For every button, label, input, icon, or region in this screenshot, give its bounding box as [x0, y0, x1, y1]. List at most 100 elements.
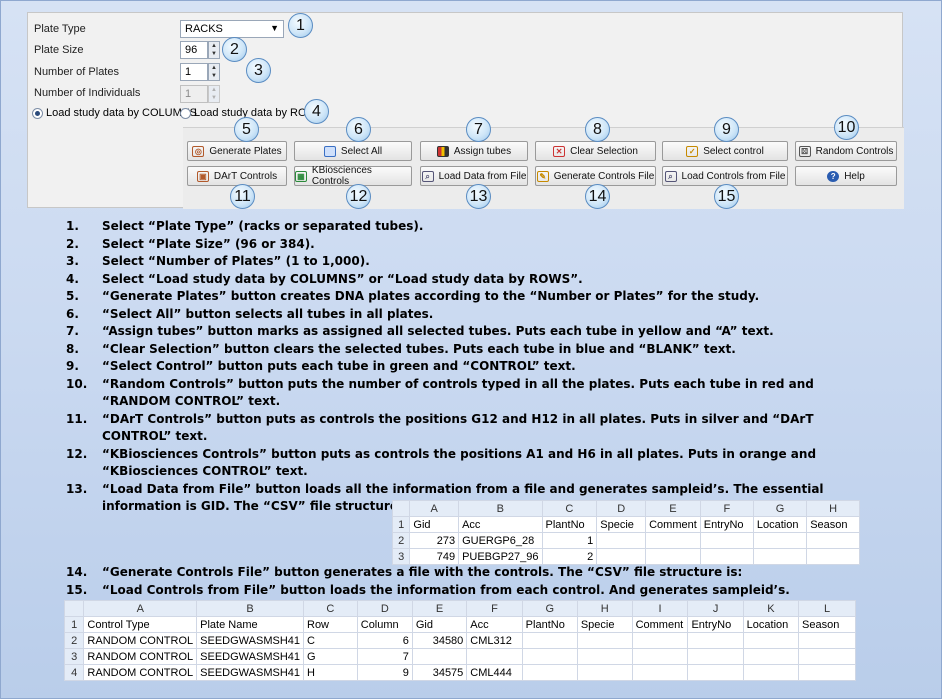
table-cell[interactable]: RANDOM CONTROL	[83, 632, 198, 649]
table-cell[interactable]: 7	[356, 648, 413, 665]
number-of-plates-input[interactable]: 1	[180, 63, 208, 81]
column-header[interactable]: A	[409, 500, 460, 517]
row-header[interactable]: 1	[63, 616, 85, 633]
table-cell[interactable]: 34575	[411, 664, 468, 681]
table-cell[interactable]: SEEDGWASMSH41	[196, 632, 304, 649]
column-header[interactable]: L	[798, 600, 856, 617]
table-cell[interactable]: H	[303, 664, 358, 681]
number-of-plates-stepper[interactable]: ▲ ▼	[208, 63, 220, 81]
table-cell[interactable]: Specie	[596, 516, 647, 533]
table-cell[interactable]	[596, 548, 647, 565]
select-all-corner[interactable]	[63, 600, 85, 617]
table-cell[interactable]: Gid	[409, 516, 460, 533]
table-cell[interactable]: SEEDGWASMSH41	[196, 664, 304, 681]
select-all-corner[interactable]	[391, 500, 411, 517]
table-cell[interactable]: PlantNo	[541, 516, 598, 533]
table-cell[interactable]: G	[303, 648, 358, 665]
help-button[interactable]: ? Help	[795, 166, 897, 186]
table-cell[interactable]: CML312	[466, 632, 523, 649]
table-cell[interactable]	[596, 532, 647, 549]
table-cell[interactable]: RANDOM CONTROL	[83, 664, 198, 681]
column-header[interactable]: K	[742, 600, 800, 617]
table-cell[interactable]	[806, 532, 860, 549]
column-header[interactable]: D	[596, 500, 647, 517]
table-cell[interactable]: Location	[742, 616, 800, 633]
table-cell[interactable]	[687, 648, 744, 665]
table-cell[interactable]	[645, 532, 701, 549]
table-cell[interactable]: Location	[752, 516, 808, 533]
table-cell[interactable]	[411, 648, 468, 665]
column-header[interactable]: F	[466, 600, 523, 617]
table-cell[interactable]	[752, 532, 808, 549]
table-cell[interactable]: C	[303, 632, 358, 649]
table-cell[interactable]: Acc	[466, 616, 523, 633]
table-cell[interactable]	[631, 648, 689, 665]
column-header[interactable]: G	[752, 500, 808, 517]
clear-selection-button[interactable]: ✕ Clear Selection	[535, 141, 656, 161]
table-cell[interactable]: EntryNo	[687, 616, 744, 633]
table-cell[interactable]: CML444	[466, 664, 523, 681]
table-cell[interactable]: Season	[806, 516, 860, 533]
column-header[interactable]: A	[83, 600, 198, 617]
table-cell[interactable]: Acc	[458, 516, 543, 533]
table-cell[interactable]: 1	[541, 532, 598, 549]
random-controls-button[interactable]: ⚄ Random Controls	[795, 141, 897, 161]
table-cell[interactable]: Plate Name	[196, 616, 304, 633]
table-cell[interactable]: Specie	[576, 616, 633, 633]
table-cell[interactable]: SEEDGWASMSH41	[196, 648, 304, 665]
table-cell[interactable]	[742, 632, 800, 649]
table-cell[interactable]: EntryNo	[699, 516, 754, 533]
column-header[interactable]: E	[645, 500, 701, 517]
table-cell[interactable]	[631, 664, 689, 681]
row-header[interactable]: 2	[63, 632, 85, 649]
table-cell[interactable]	[742, 664, 800, 681]
column-header[interactable]: H	[576, 600, 633, 617]
row-header[interactable]: 4	[63, 664, 85, 681]
table-cell[interactable]	[798, 632, 856, 649]
table-cell[interactable]	[521, 664, 578, 681]
table-cell[interactable]	[699, 548, 754, 565]
column-header[interactable]: B	[196, 600, 304, 617]
column-header[interactable]: C	[541, 500, 598, 517]
table-cell[interactable]	[576, 664, 633, 681]
plate-size-stepper[interactable]: ▲ ▼	[208, 41, 220, 59]
column-header[interactable]: E	[411, 600, 468, 617]
table-cell[interactable]: Gid	[411, 616, 468, 633]
column-header[interactable]: B	[458, 500, 543, 517]
table-cell[interactable]	[798, 648, 856, 665]
row-header[interactable]: 1	[391, 516, 411, 533]
plate-size-input[interactable]: 96	[180, 41, 208, 59]
table-cell[interactable]: PlantNo	[521, 616, 578, 633]
load-columns-radio[interactable]	[32, 107, 43, 119]
table-cell[interactable]: 273	[409, 532, 460, 549]
column-header[interactable]: D	[356, 600, 413, 617]
table-cell[interactable]: Column	[356, 616, 413, 633]
table-cell[interactable]: GUERGP6_28	[458, 532, 543, 549]
dart-controls-button[interactable]: ▣ DArT Controls	[187, 166, 287, 186]
table-cell[interactable]	[576, 648, 633, 665]
table-cell[interactable]	[631, 632, 689, 649]
table-cell[interactable]	[576, 632, 633, 649]
table-cell[interactable]: PUEBGP27_96	[458, 548, 543, 565]
load-columns-option[interactable]: Load study data by COLUMNS	[32, 107, 197, 119]
table-cell[interactable]: 9	[356, 664, 413, 681]
row-header[interactable]: 3	[391, 548, 411, 565]
column-header[interactable]: F	[699, 500, 754, 517]
table-cell[interactable]	[798, 664, 856, 681]
table-cell[interactable]: RANDOM CONTROL	[83, 648, 198, 665]
table-cell[interactable]: 6	[356, 632, 413, 649]
column-header[interactable]: I	[631, 600, 689, 617]
column-header[interactable]: G	[521, 600, 578, 617]
table-cell[interactable]	[806, 548, 860, 565]
row-header[interactable]: 2	[391, 532, 411, 549]
table-cell[interactable]	[742, 648, 800, 665]
table-cell[interactable]	[466, 648, 523, 665]
table-cell[interactable]: 34580	[411, 632, 468, 649]
table-cell[interactable]: 2	[541, 548, 598, 565]
assign-tubes-button[interactable]: Assign tubes	[420, 141, 528, 161]
kbiosciences-controls-button[interactable]: ▦ KBiosciences Controls	[294, 165, 412, 187]
plate-type-select[interactable]: RACKS ▼	[180, 20, 284, 38]
table-cell[interactable]	[645, 548, 701, 565]
table-cell[interactable]	[752, 548, 808, 565]
row-header[interactable]: 3	[63, 648, 85, 665]
